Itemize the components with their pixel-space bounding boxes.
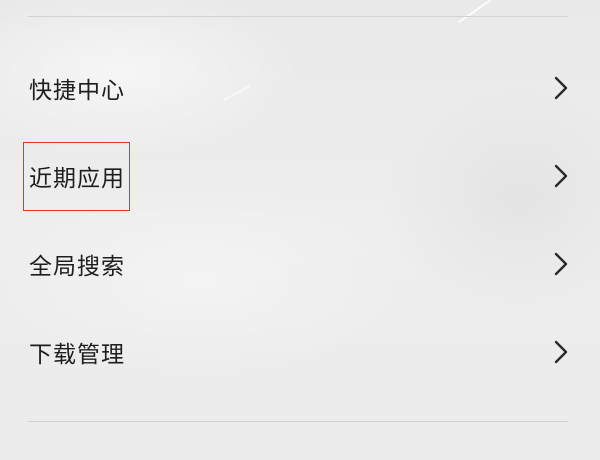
menu-item-label: 下载管理 [29, 342, 125, 368]
menu-item-label: 快捷中心 [29, 78, 125, 104]
menu-item-download-manager[interactable]: 下载管理 [0, 308, 600, 396]
chevron-right-icon [554, 340, 568, 364]
menu-item-quick-center[interactable]: 快捷中心 [0, 44, 600, 132]
chevron-right-icon [554, 76, 568, 100]
chevron-right-icon [554, 252, 568, 276]
top-divider [28, 16, 568, 17]
menu-item-global-search[interactable]: 全局搜索 [0, 220, 600, 308]
menu-item-label: 全局搜索 [29, 254, 125, 280]
bottom-divider [28, 421, 568, 422]
chevron-right-icon [554, 164, 568, 188]
highlight-annotation-box [23, 142, 130, 211]
